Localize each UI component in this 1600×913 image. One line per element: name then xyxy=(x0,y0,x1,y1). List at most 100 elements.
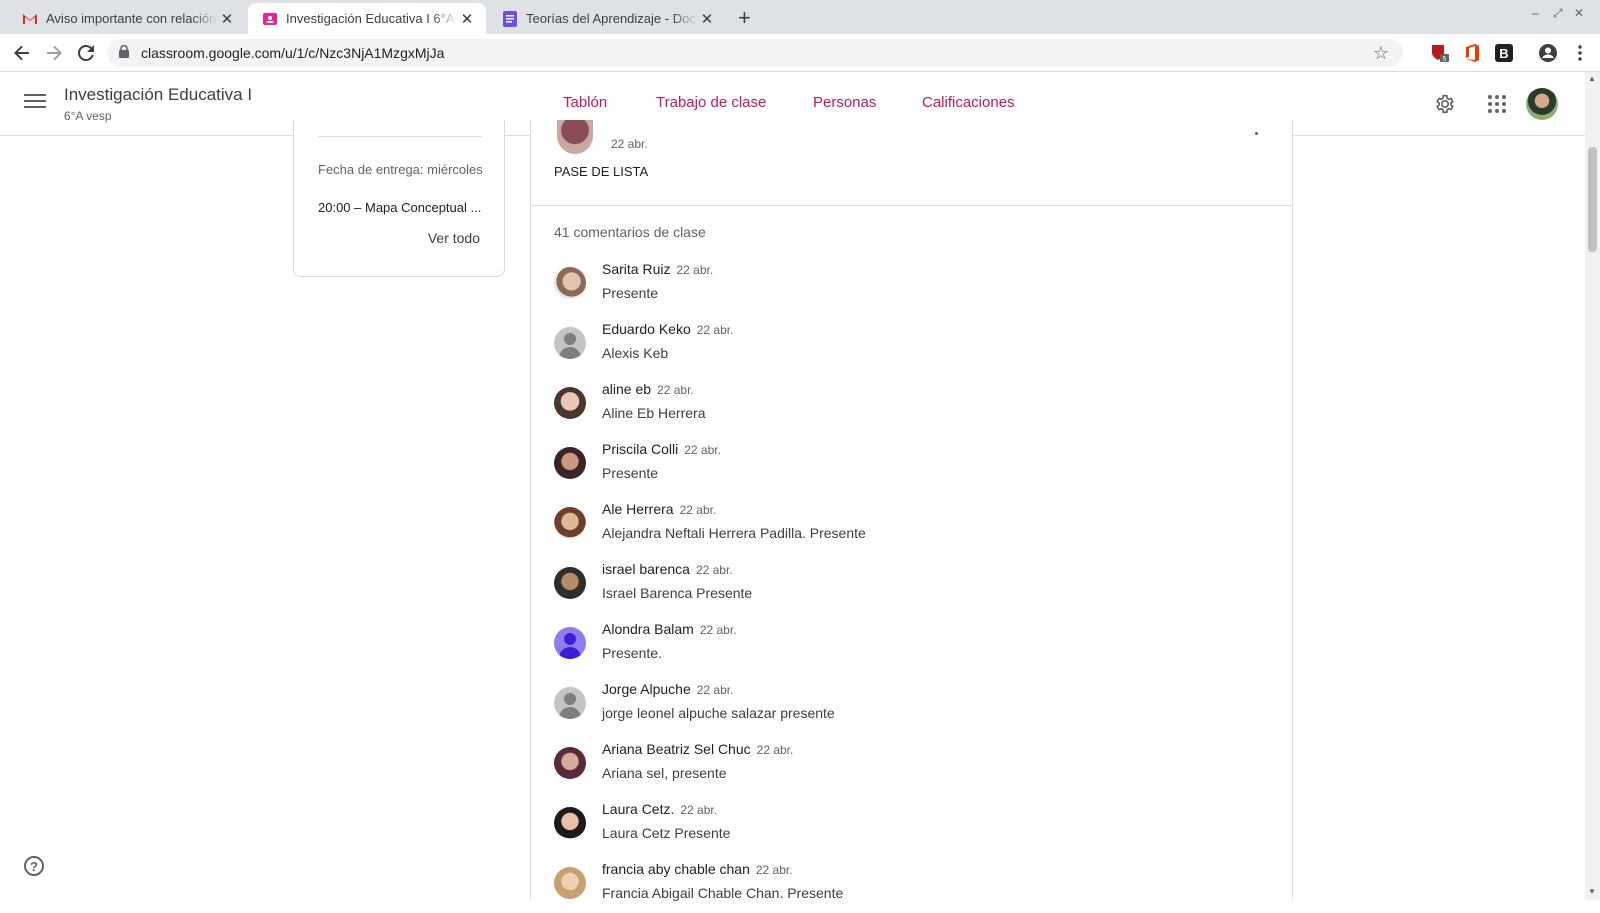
comment-item: Sarita Ruiz 22 abr. Presente xyxy=(554,261,1274,313)
comment-text: Presente xyxy=(602,285,659,301)
maximize-icon[interactable]: ⤢ xyxy=(1553,6,1563,21)
commenter-avatar xyxy=(554,807,586,839)
comment-text: Alejandra Neftali Herrera Padilla. Prese… xyxy=(602,525,866,541)
tab-classwork[interactable]: Trabajo de clase xyxy=(656,94,766,111)
comment-date: 22 abr. xyxy=(684,443,721,457)
commenter-avatar xyxy=(554,747,586,779)
comment-text: Laura Cetz Presente xyxy=(602,825,731,841)
commenter-avatar xyxy=(554,447,586,479)
close-tab-icon[interactable]: ✕ xyxy=(218,10,236,28)
tab-title: Teorías del Aprendizaje - Doc xyxy=(526,11,696,26)
comment-item: Ale Herrera 22 abr. Alejandra Neftali Her… xyxy=(554,501,1274,553)
browser-tab-bar: Aviso importante con relación ✕ Investig… xyxy=(0,0,1600,34)
comment-date: 22 abr. xyxy=(695,563,733,577)
profile-icon[interactable] xyxy=(1538,43,1558,63)
comment-date: 22 abr. xyxy=(699,623,737,637)
stream-post: 22 abr. PASE DE LISTA 41 comentarios de … xyxy=(530,120,1293,901)
upcoming-card: Fecha de entrega: miércoles 20:00 – Mapa… xyxy=(293,120,505,277)
comment-text: jorge leonel alpuche salazar presente xyxy=(602,705,835,721)
post-divider xyxy=(531,205,1292,206)
settings-gear-icon[interactable] xyxy=(1431,90,1459,118)
default-avatar-icon xyxy=(554,327,586,359)
comment-date: 22 abr. xyxy=(755,863,793,877)
address-bar[interactable]: classroom.google.com/u/1/c/Nzc3NjA1MzgxM… xyxy=(107,39,1403,67)
comment-date: 22 abr. xyxy=(676,263,714,277)
default-avatar-icon xyxy=(554,627,586,659)
bookmark-star-icon[interactable]: ☆ xyxy=(1373,43,1389,64)
tab-grades[interactable]: Calificaciones xyxy=(922,94,1015,111)
card-divider xyxy=(318,136,482,137)
comment-date: 22 abr. xyxy=(657,383,694,397)
extension-shield-icon[interactable]: 5 xyxy=(1430,43,1450,63)
class-title[interactable]: Investigación Educativa I xyxy=(64,85,252,105)
comment-item: Laura Cetz. 22 abr. Laura Cetz Presente xyxy=(554,801,1274,853)
due-date-label: Fecha de entrega: miércoles xyxy=(318,162,483,177)
commenter-name: aline eb xyxy=(602,381,652,397)
comment-item: Priscila Colli 22 abr. Presente xyxy=(554,441,1274,493)
reload-icon[interactable] xyxy=(72,39,100,67)
post-date: 22 abr. xyxy=(611,137,648,151)
commenter-name: Priscila Colli xyxy=(602,441,679,457)
tab-title: Investigación Educativa I 6°A v xyxy=(286,11,458,26)
comment-text: Presente xyxy=(602,465,659,481)
minimize-icon[interactable]: – xyxy=(1532,6,1539,20)
scroll-up-arrow-icon[interactable]: ▲ xyxy=(1588,74,1596,83)
page-scrollbar[interactable]: ▲ ▼ xyxy=(1585,72,1600,900)
comment-item: aline eb 22 abr. Aline Eb Herrera xyxy=(554,381,1274,433)
class-section: 6°A vesp xyxy=(64,109,112,123)
commenter-name: Jorge Alpuche xyxy=(602,681,691,697)
docs-icon xyxy=(502,10,518,27)
scroll-down-arrow-icon[interactable]: ▼ xyxy=(1588,887,1596,896)
browser-tab-gmail[interactable]: Aviso importante con relación ✕ xyxy=(8,3,246,34)
lock-icon xyxy=(119,44,131,61)
forward-arrow-icon[interactable] xyxy=(40,39,68,67)
commenter-name: Alondra Balam xyxy=(602,621,694,637)
comment-date: 22 abr. xyxy=(756,743,794,757)
comment-text: Alexis Keb xyxy=(602,345,669,361)
apps-grid-icon[interactable] xyxy=(1483,90,1511,118)
comment-item: israel barenca 22 abr. Israel Barenca Pre… xyxy=(554,561,1274,613)
commenter-avatar xyxy=(554,867,586,899)
commenter-name: Eduardo Keko xyxy=(602,321,691,337)
post-options-icon[interactable] xyxy=(1255,132,1258,135)
comment-text: Israel Barenca Presente xyxy=(602,585,753,601)
tab-stream[interactable]: Tablón xyxy=(563,94,607,111)
class-comments-count[interactable]: 41 comentarios de clase xyxy=(554,224,706,240)
extension-b-icon[interactable]: B xyxy=(1494,43,1514,63)
comment-item: Eduardo Keko 22 abr. Alexis Keb xyxy=(554,321,1274,373)
view-all-button[interactable]: Ver todo xyxy=(428,230,480,246)
browser-tab-docs[interactable]: Teorías del Aprendizaje - Doc ✕ xyxy=(488,3,726,34)
new-tab-button[interactable]: + xyxy=(738,5,751,31)
commenter-avatar xyxy=(554,567,586,599)
tab-people[interactable]: Personas xyxy=(813,94,876,111)
comment-item: Alondra Balam 22 abr. Presente. xyxy=(554,621,1274,673)
comment-date: 22 abr. xyxy=(696,683,734,697)
close-window-icon[interactable]: ✕ xyxy=(1574,6,1584,20)
help-icon[interactable]: ? xyxy=(24,856,44,876)
extension-badge-count: 5 xyxy=(1443,56,1447,63)
browser-menu-icon[interactable] xyxy=(1570,43,1590,63)
comment-text: Francia Abigail Chable Chan. Presente xyxy=(602,885,844,901)
default-avatar-icon xyxy=(554,687,586,719)
browser-toolbar: classroom.google.com/u/1/c/Nzc3NjA1MzgxM… xyxy=(0,34,1600,72)
commenter-name: israel barenca xyxy=(602,561,690,577)
gmail-icon xyxy=(22,11,38,27)
back-arrow-icon[interactable] xyxy=(8,39,36,67)
comment-text: Ariana sel, presente xyxy=(602,765,727,781)
comment-date: 22 abr. xyxy=(680,803,718,817)
browser-tab-classroom[interactable]: Investigación Educativa I 6°A v ✕ xyxy=(248,3,486,34)
commenter-avatar xyxy=(554,267,586,299)
commenter-avatar xyxy=(554,507,586,539)
menu-icon[interactable] xyxy=(24,94,46,112)
commenter-name: Ale Herrera xyxy=(602,501,674,517)
extension-office-icon[interactable] xyxy=(1462,43,1482,63)
scrollbar-thumb[interactable] xyxy=(1588,147,1597,252)
upcoming-assignment-link[interactable]: 20:00 – Mapa Conceptual ... xyxy=(318,200,483,215)
commenter-avatar xyxy=(554,387,586,419)
account-avatar[interactable] xyxy=(1526,88,1558,120)
comment-date: 22 abr. xyxy=(696,323,734,337)
url-text: classroom.google.com/u/1/c/Nzc3NjA1MzgxM… xyxy=(141,45,445,61)
close-tab-icon[interactable]: ✕ xyxy=(458,10,476,28)
close-tab-icon[interactable]: ✕ xyxy=(698,10,716,28)
post-text: PASE DE LISTA xyxy=(554,164,649,179)
